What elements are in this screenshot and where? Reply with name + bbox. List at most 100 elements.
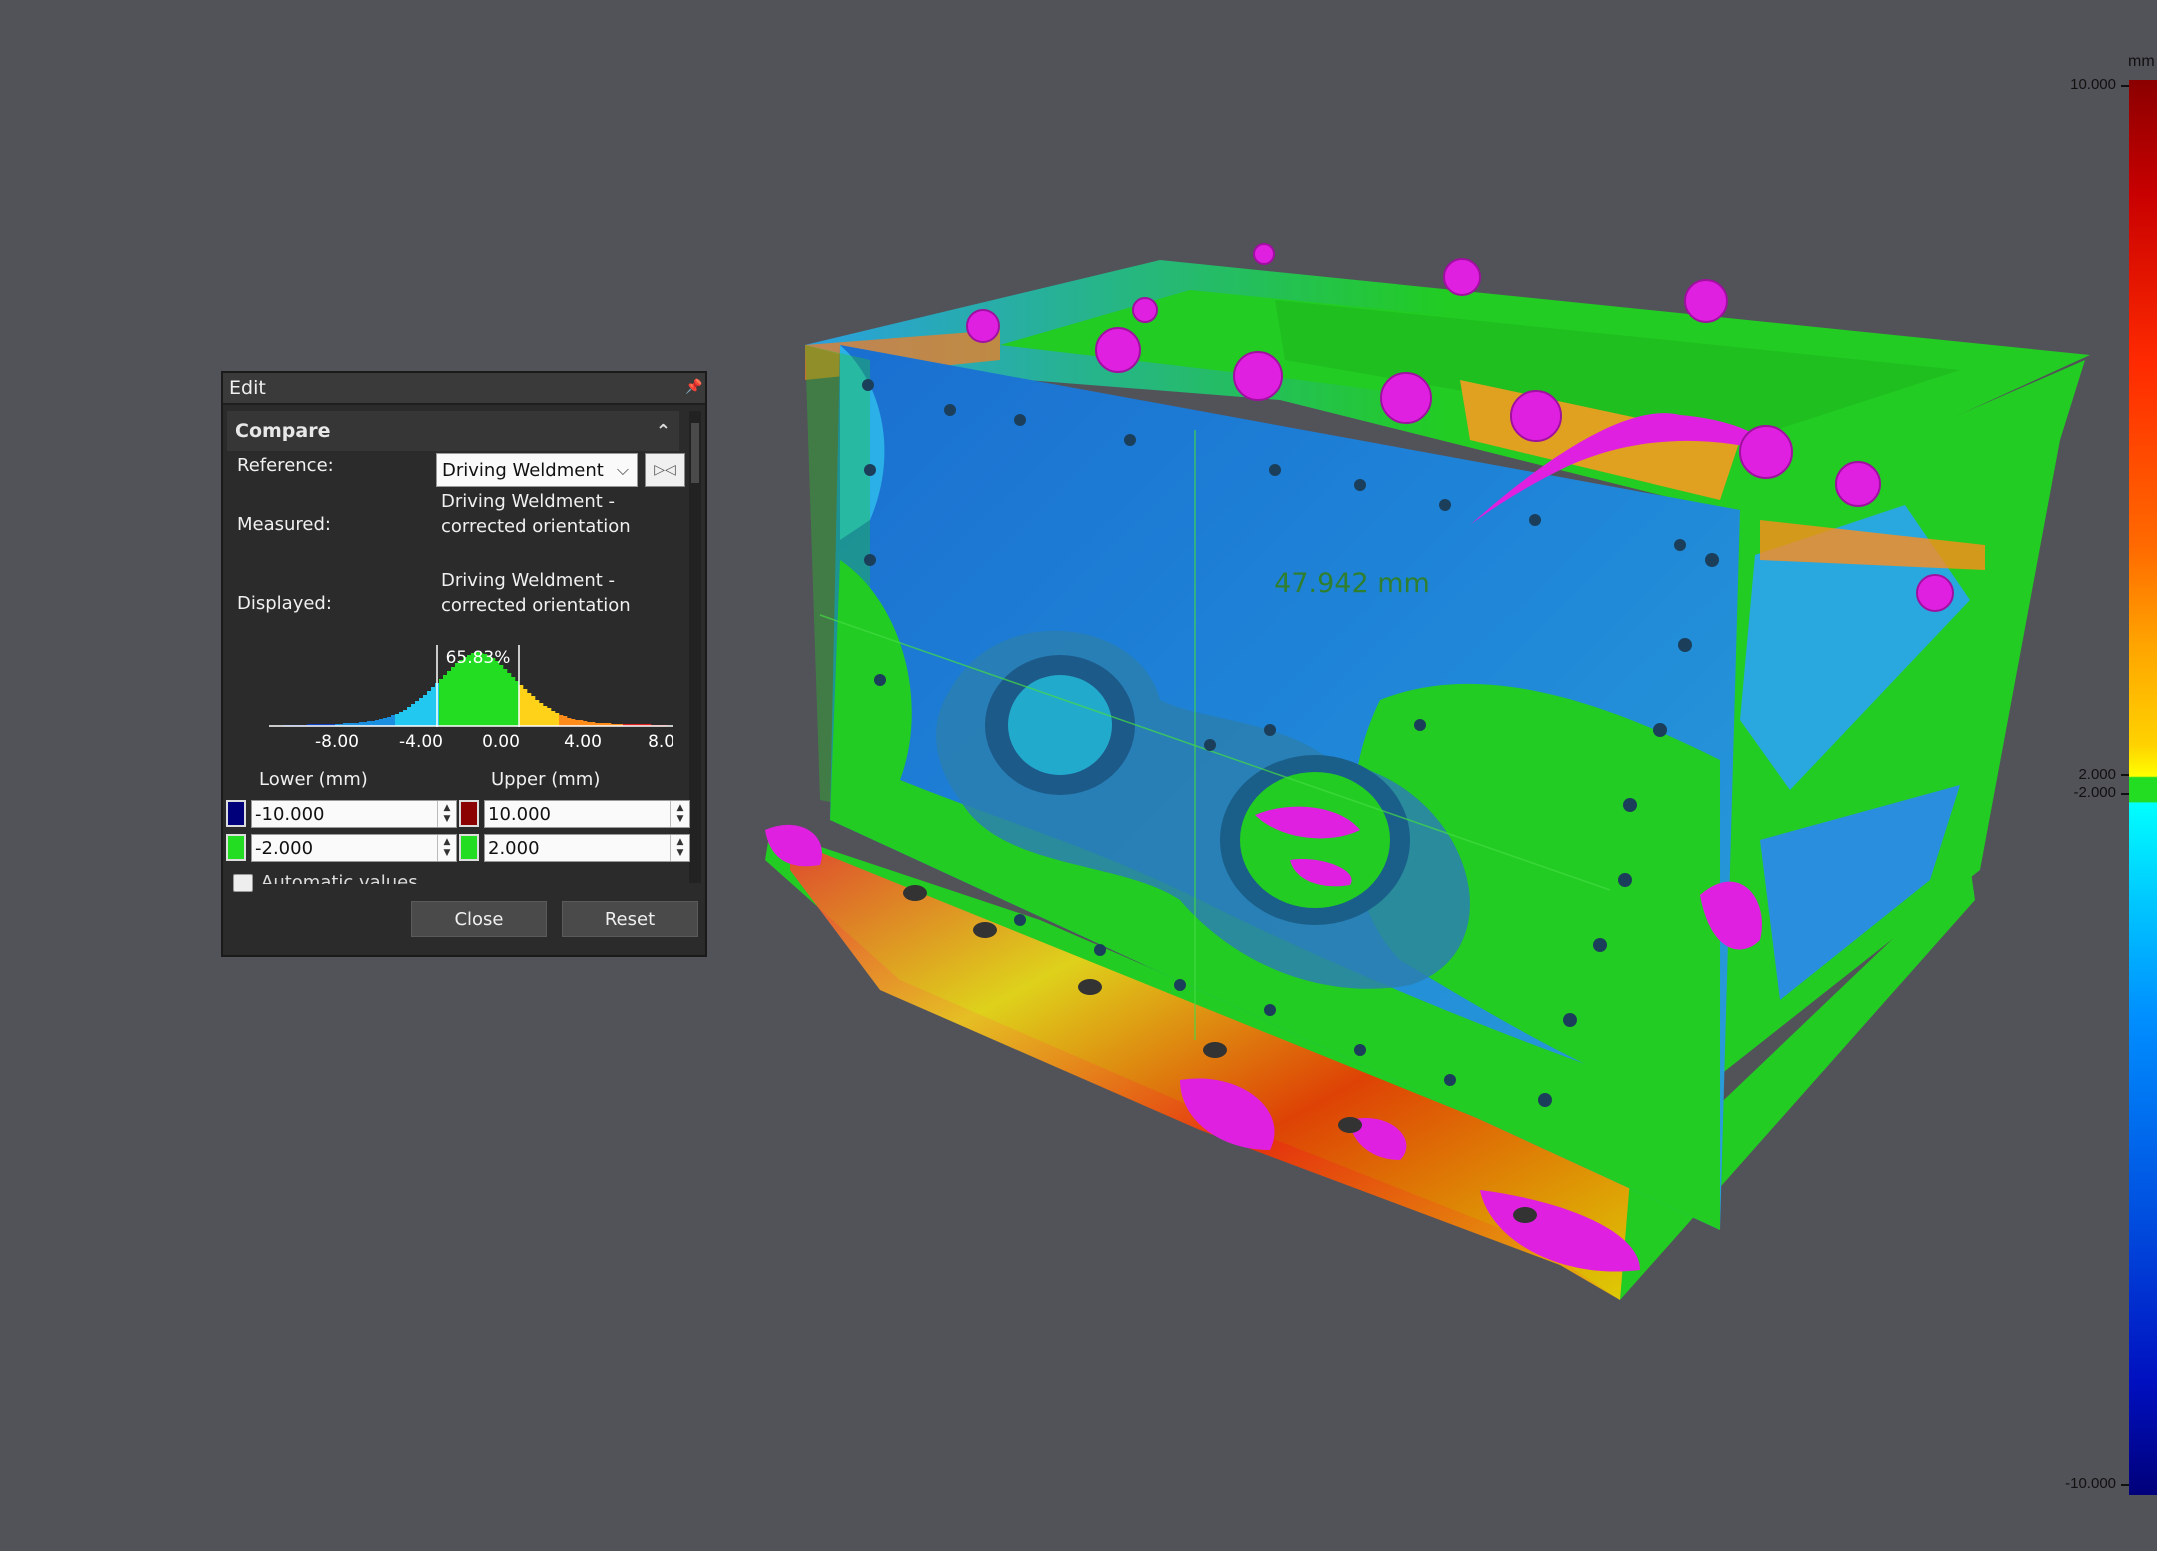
measured-value: Driving Weldment - corrected orientation [441,491,631,537]
scale-max-label: 10.000 [2070,76,2116,93]
upper-outer-value: 10.000 [488,803,551,825]
scale-tick [2121,793,2129,795]
histogram-bar [567,718,572,726]
histogram-bar [523,689,528,726]
histogram-bar [455,663,460,726]
histogram-bar [387,717,392,726]
histogram-bar [491,658,496,726]
histogram-percent-label: 65.83% [446,648,511,668]
histogram-tick-label: 8.00 [648,732,673,751]
lower-inner-color-swatch[interactable] [226,834,246,861]
histogram-bar [575,720,580,726]
histogram-bar [407,707,412,726]
upper-mm-label: Upper (mm) [491,769,601,790]
distance-measurement-label: 47.942 mm [1274,568,1430,599]
scale-min-label: -10.000 [2065,1475,2116,1492]
reference-select[interactable]: Driving Weldment ⌵ [436,453,638,487]
histogram-bar [395,714,400,726]
reference-label: Reference: [237,455,334,476]
histogram-bar [459,660,464,726]
deviation-histogram: 65.83% -8.00 -4.00 0.00 4.00 8.00 [269,645,673,751]
deviation-color-scale [2129,80,2157,1495]
edit-panel: Edit 📌 Compare ⌃ Reference: Driving Weld… [221,371,707,957]
close-button[interactable]: Close [411,901,547,937]
automatic-values-checkbox[interactable] [233,874,253,892]
lower-outer-value: -10.000 [255,803,325,825]
scale-tick [2121,774,2129,776]
scale-unit-label: mm [2128,53,2155,70]
lower-outer-spinner[interactable]: ▲ ▼ [437,801,456,827]
histogram-bar [551,711,556,726]
scale-upper-tol-label: 2.000 [2078,766,2116,783]
histogram-bar [547,708,552,726]
scale-tick [2121,85,2129,87]
histogram-bar [571,719,576,726]
histogram-bar [427,691,432,726]
upper-inner-value: 2.000 [488,837,540,859]
swap-icon: ▷◁ [654,462,676,478]
panel-title-bar[interactable]: Edit 📌 [223,373,705,405]
histogram-tick-label: -4.00 [399,732,443,751]
histogram-bar [439,679,444,726]
histogram-bar [559,715,564,726]
swap-reference-button[interactable]: ▷◁ [645,453,685,487]
histogram-bar [499,665,504,726]
reset-button[interactable]: Reset [562,901,698,937]
upper-outer-color-swatch[interactable] [459,800,479,827]
displayed-label: Displayed: [237,593,332,614]
histogram-bar [423,695,428,726]
pin-icon[interactable]: 📌 [685,379,702,397]
histogram-bar [579,720,584,726]
histogram-bar [419,698,424,726]
lower-inner-input[interactable]: -2.000 ▲ ▼ [251,834,457,862]
reference-value: Driving Weldment [442,459,604,481]
histogram-bar [503,669,508,726]
scrollbar-thumb[interactable] [691,423,699,483]
histogram-bar [411,704,416,726]
histogram-bar [527,693,532,726]
lower-inner-spinner[interactable]: ▲ ▼ [437,835,456,861]
histogram-bar [399,712,404,726]
chevron-down-icon: ⌵ [616,460,629,479]
histogram-bar [383,718,388,726]
histogram-bar [375,720,380,726]
histogram-bar [403,710,408,726]
histogram-tick-label: -8.00 [315,732,359,751]
histogram-bar [555,713,560,726]
histogram-bar [539,703,544,726]
panel-title: Edit [229,377,266,399]
scale-tick [2121,1484,2129,1486]
lower-outer-color-swatch[interactable] [226,800,246,827]
histogram-bar [495,661,500,726]
histogram-bar [531,696,536,726]
histogram-bar [379,719,384,726]
scanned-part-model [765,243,2090,1300]
histogram-bar [415,701,420,726]
upper-outer-input[interactable]: 10.000 ▲ ▼ [484,800,690,828]
histogram-bar [535,700,540,726]
scale-lower-tol-label: -2.000 [2073,784,2116,801]
upper-inner-spinner[interactable]: ▲ ▼ [670,835,689,861]
panel-scrollbar[interactable] [689,411,701,883]
lower-mm-label: Lower (mm) [259,769,368,790]
section-title: Compare [235,420,331,442]
upper-outer-spinner[interactable]: ▲ ▼ [670,801,689,827]
histogram-bar [511,677,516,726]
histogram-tick-label: 4.00 [564,732,602,751]
histogram-bar [543,706,548,726]
histogram-bar [447,671,452,726]
histogram-bar [507,673,512,726]
upper-inner-color-swatch[interactable] [459,834,479,861]
displayed-value: Driving Weldment - corrected orientation [441,570,631,616]
histogram-bar [563,716,568,726]
compare-section-header[interactable]: Compare ⌃ [227,411,679,451]
histogram-bar [431,687,436,726]
measured-label: Measured: [237,514,331,535]
histogram-tick-label: 0.00 [482,732,520,751]
lower-outer-input[interactable]: -10.000 ▲ ▼ [251,800,457,828]
upper-inner-input[interactable]: 2.000 ▲ ▼ [484,834,690,862]
histogram-bar [391,715,396,726]
automatic-values-label: Automatic values [261,872,418,884]
histogram-bar [451,667,456,726]
chevron-up-icon[interactable]: ⌃ [656,421,671,442]
